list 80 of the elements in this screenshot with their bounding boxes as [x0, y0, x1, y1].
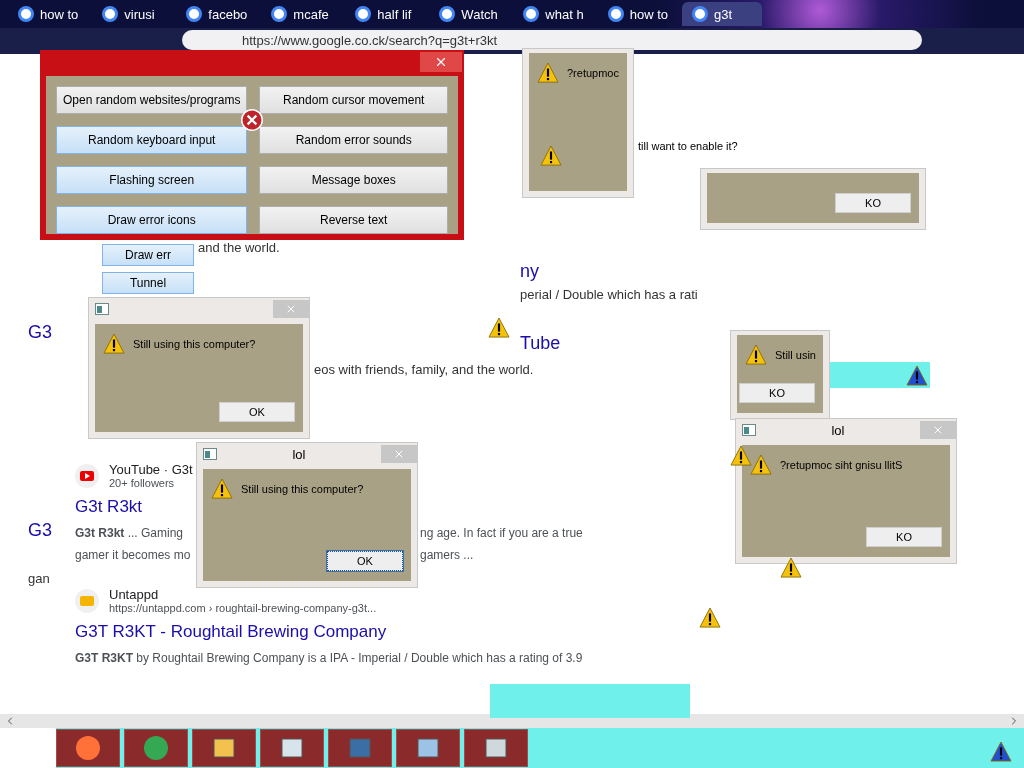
close-button[interactable]: [920, 421, 956, 439]
browser-tab[interactable]: mcafe: [261, 2, 342, 26]
browser-tab[interactable]: half lif: [345, 2, 426, 26]
result-source: YouTube · G3t: [109, 462, 193, 477]
warning-icon: [780, 558, 802, 578]
taskbar-button[interactable]: [260, 729, 324, 767]
warning-icon: [906, 366, 928, 386]
result-title: G3: [28, 322, 52, 343]
control-button[interactable]: Tunnel: [102, 272, 194, 294]
close-icon: [932, 424, 944, 436]
taskbar-button[interactable]: [396, 729, 460, 767]
result-snippet: and the world.: [198, 240, 280, 255]
warning-icon: [730, 446, 752, 466]
warning-icon: [103, 334, 125, 354]
dialog-title: lol: [291, 446, 307, 462]
ok-button[interactable]: OK: [219, 402, 295, 422]
result-snippet: gamers ...: [420, 547, 474, 564]
control-button[interactable]: Flashing screen: [56, 166, 248, 194]
result-snippet: G3T R3KT by Roughtail Brewing Company is a IPA - Imperial / Double which has a rating of 3.9: [75, 650, 583, 667]
ok-button[interactable]: KO: [866, 527, 942, 547]
control-button[interactable]: Random keyboard input: [56, 126, 248, 154]
result-meta: https://untappd.com › roughtail-brewing-company-g3t...: [109, 602, 377, 614]
ok-button[interactable]: KO: [739, 383, 815, 403]
control-button[interactable]: Draw err: [102, 244, 194, 266]
warning-icon: [750, 455, 772, 475]
browser-tab[interactable]: virusi: [92, 2, 173, 26]
dialog-message: Still using this computer?: [241, 483, 364, 495]
control-button[interactable]: Reverse text: [259, 206, 448, 234]
control-button[interactable]: Open random websites/programs: [56, 86, 248, 114]
browser-tab[interactable]: facebo: [176, 2, 258, 26]
taskbar-button[interactable]: [464, 729, 528, 767]
result-title: ny: [520, 261, 539, 282]
warning-icon: [540, 146, 562, 166]
result-snippet: gan: [28, 571, 50, 586]
warning-icon: [990, 742, 1012, 762]
result-snippet: perial / Double which has a rati: [520, 287, 698, 302]
dialog-message: ?retupmoc: [567, 67, 619, 79]
ok-button[interactable]: KO: [835, 193, 911, 213]
address-bar[interactable]: https://www.google.co.ck/search?q=g3t+r3kt: [182, 30, 922, 50]
taskbar-button[interactable]: [192, 729, 256, 767]
browser-tab[interactable]: what h: [513, 2, 594, 26]
play-icon: [75, 463, 99, 488]
control-button[interactable]: Random error sounds: [259, 126, 448, 154]
dialog-message: Still usin: [775, 349, 816, 361]
dialog-message: Still using this computer?: [133, 338, 256, 350]
control-button[interactable]: Random cursor movement: [259, 86, 448, 114]
warning-icon: [537, 63, 559, 83]
result-title: Tube: [520, 333, 561, 354]
control-button[interactable]: Message boxes: [259, 166, 448, 194]
result-meta: 20+ followers: [109, 477, 176, 489]
warning-icon: [488, 318, 510, 338]
result-snippet: ng age. In fact if you are a true: [420, 525, 583, 542]
ok-button[interactable]: OK: [327, 551, 403, 571]
browser-tab[interactable]: how to: [8, 2, 89, 26]
taskbar-button[interactable]: [56, 729, 120, 767]
browser-tab[interactable]: g3t: [682, 2, 762, 26]
close-icon: [285, 303, 297, 315]
dialog-message: ?retupmoc siht gnisu llitS: [780, 459, 903, 471]
close-button[interactable]: [420, 52, 462, 72]
result-source: Untappd: [109, 587, 160, 602]
result-snippet: eos with friends, family, and the world.: [314, 362, 534, 377]
control-button[interactable]: Draw error icons: [56, 206, 248, 234]
browser-tab[interactable]: how to: [597, 2, 678, 26]
close-button[interactable]: [381, 445, 417, 463]
close-icon: [393, 448, 405, 460]
close-button[interactable]: [273, 300, 309, 318]
result-title: G3: [28, 520, 52, 541]
result-snippet: G3t R3kt ... Gaming: [75, 525, 184, 542]
warning-icon: [745, 345, 767, 365]
result-title[interactable]: G3t R3kt: [75, 497, 143, 517]
error-icon: [241, 109, 263, 131]
site-icon: [75, 588, 99, 613]
warning-icon: [699, 608, 721, 628]
close-icon: [434, 55, 448, 69]
result-snippet: gamer it becomes mo: [75, 547, 191, 564]
dialog-title: lol: [830, 422, 846, 438]
taskbar-button[interactable]: [124, 729, 188, 767]
browser-tab[interactable]: Watch: [429, 2, 510, 26]
result-title[interactable]: G3T R3KT - Roughtail Brewing Company: [75, 622, 387, 642]
warning-icon: [211, 479, 233, 499]
